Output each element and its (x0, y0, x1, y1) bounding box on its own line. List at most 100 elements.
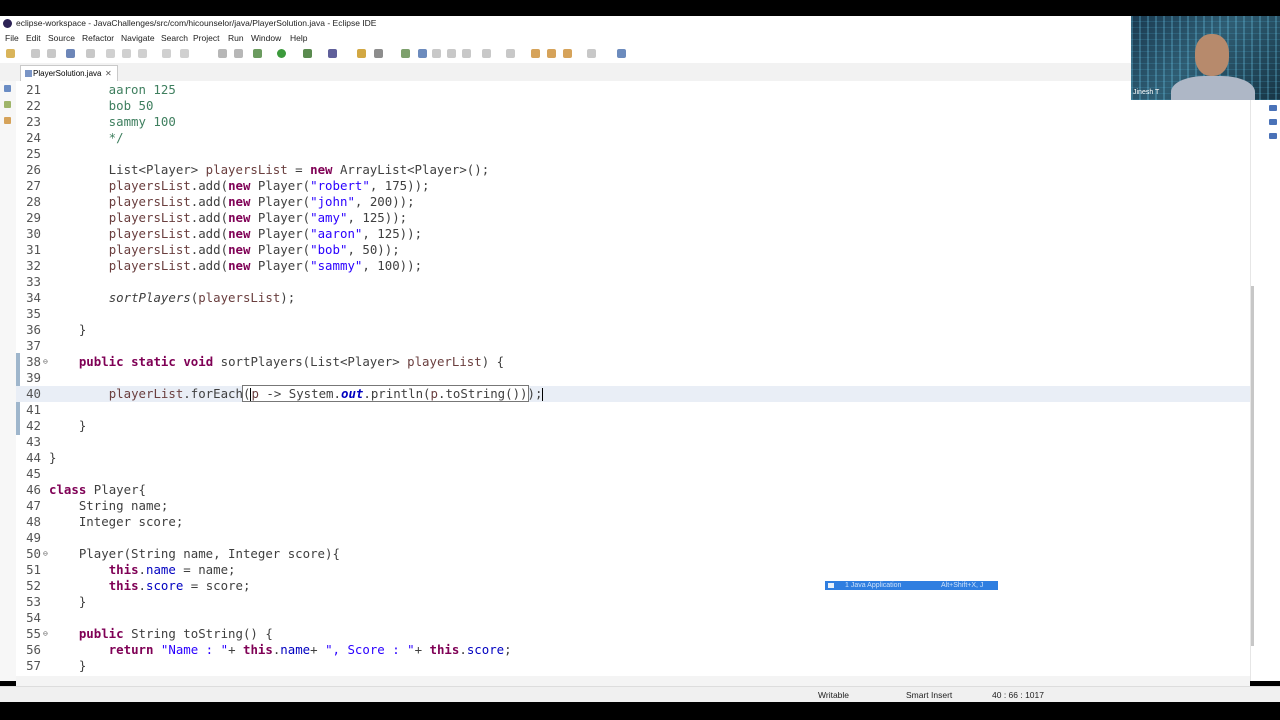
toolbar (0, 45, 1280, 63)
code-line: 29 playersList.add(new Player("amy", 125… (26, 210, 408, 225)
code-line: 46 class Player{ (26, 482, 146, 497)
run-as-option-label[interactable]: 1 Java Application (845, 581, 901, 590)
eclipse-icon (3, 19, 12, 28)
open-perspective-icon[interactable] (617, 49, 626, 58)
code-line: 26 List<Player> playersList = new ArrayL… (26, 162, 490, 177)
right-trim (1250, 81, 1280, 681)
status-insert-mode: Smart Insert (906, 690, 953, 700)
code-line: 23 sammy 100 (26, 114, 176, 129)
back-icon[interactable] (547, 49, 556, 58)
previous-annotation-icon[interactable] (506, 49, 515, 58)
open-type-icon[interactable] (374, 49, 383, 58)
terminate-icon[interactable] (138, 49, 147, 58)
run-as-popup[interactable]: 1 Java Application Alt+Shift+X, J (825, 581, 998, 590)
code-line: 49 (26, 530, 41, 545)
save-all-icon[interactable] (47, 49, 56, 58)
code-line: 52 this.score = score; (26, 578, 251, 593)
task-list-icon[interactable] (1269, 105, 1277, 111)
menu-edit[interactable]: Edit (26, 33, 41, 43)
code-line: 48 Integer score; (26, 514, 184, 529)
code-line: 24 */ (26, 130, 124, 145)
package-explorer-icon[interactable] (4, 101, 11, 108)
code-line: 45 (26, 466, 41, 481)
code-line: 51 this.name = name; (26, 562, 236, 577)
step-into-icon[interactable] (162, 49, 171, 58)
window-title: eclipse-workspace - JavaChallenges/src/c… (16, 18, 377, 28)
code-line: 33 (26, 274, 41, 289)
presenter-name: Jinesh T (1133, 89, 1160, 96)
new-java-package-icon[interactable] (357, 49, 366, 58)
terminal-icon[interactable] (66, 49, 75, 58)
code-line: 30 playersList.add(new Player("aaron", 1… (26, 226, 423, 241)
code-editor[interactable]: 21 aaron 125 22 bob 50 23 sammy 100 24 *… (16, 81, 1250, 676)
menu-source[interactable]: Source (48, 33, 75, 43)
code-line-current: 40 playerList.forEach(p -> System.out.pr… (16, 385, 1250, 402)
code-line: 28 playersList.add(new Player("john", 20… (26, 194, 415, 209)
code-line: 54 (26, 610, 41, 625)
presenter-body (1171, 76, 1255, 100)
external-tools-icon[interactable] (328, 49, 337, 58)
restore-icon[interactable] (4, 85, 11, 92)
status-writable: Writable (818, 690, 850, 700)
editor-tab-bar: PlayerSolution.java ✕ (0, 63, 1280, 82)
code-line: 37 (26, 338, 41, 353)
code-line: 25 (26, 146, 41, 161)
coverage-icon[interactable] (234, 49, 243, 58)
run-coverage-icon[interactable] (303, 49, 312, 58)
menu-navigate[interactable]: Navigate (121, 33, 155, 43)
code-line: 32 playersList.add(new Player("sammy", 1… (26, 258, 423, 273)
outline-icon[interactable] (4, 117, 11, 124)
menu-window[interactable]: Window (251, 33, 281, 43)
tab-playersolution-java[interactable]: PlayerSolution.java ✕ (20, 65, 118, 82)
forward-icon[interactable] (587, 49, 596, 58)
left-trim (0, 81, 16, 681)
run-as-shortcut: Alt+Shift+X, J (941, 582, 984, 589)
toggle-word-wrap-icon[interactable] (432, 49, 441, 58)
next-annotation-icon[interactable] (482, 49, 491, 58)
run-icon[interactable] (277, 49, 286, 58)
code-line: 27 playersList.add(new Player("robert", … (26, 178, 430, 193)
presenter-face (1195, 34, 1229, 76)
suspend-icon[interactable] (122, 49, 131, 58)
code-line: 22 bob 50 (26, 98, 154, 113)
tab-label: PlayerSolution.java (33, 69, 102, 78)
code-line: 44} (26, 450, 57, 465)
code-line: 38 ⊖ public static void sortPlayers(List<… (26, 354, 505, 369)
search-icon[interactable] (401, 49, 410, 58)
close-icon[interactable]: ✕ (105, 66, 112, 82)
status-bar: Writable Smart Insert 40 : 66 : 1017 (0, 686, 1280, 703)
code-line: 39 (26, 370, 41, 385)
use-step-filters-icon[interactable] (218, 49, 227, 58)
debug-icon[interactable] (253, 49, 262, 58)
problems-view-icon[interactable] (1269, 133, 1277, 139)
code-line: 35 (26, 306, 41, 321)
code-line: 50 ⊖ Player(String name, Integer score){ (26, 546, 340, 561)
skip-breakpoints-icon[interactable] (86, 49, 95, 58)
last-edit-location-icon[interactable] (531, 49, 540, 58)
code-line: 57 } (26, 658, 87, 673)
toggle-mark-occurrences-icon[interactable] (418, 49, 427, 58)
outline-view-icon[interactable] (1269, 119, 1277, 125)
vertical-scrollbar[interactable] (1251, 286, 1254, 646)
save-icon[interactable] (31, 49, 40, 58)
java-application-icon (828, 583, 834, 588)
code-line: 21 aaron 125 (26, 82, 176, 97)
back-dropdown-icon[interactable] (563, 49, 572, 58)
code-line: 47 String name; (26, 498, 169, 513)
menu-file[interactable]: File (5, 33, 19, 43)
step-over-icon[interactable] (180, 49, 189, 58)
toggle-block-selection-icon[interactable] (447, 49, 456, 58)
menu-refactor[interactable]: Refactor (82, 33, 114, 43)
code-line: 41 (26, 402, 41, 417)
new-icon[interactable] (6, 49, 15, 58)
menu-help[interactable]: Help (290, 33, 307, 43)
menu-search[interactable]: Search (161, 33, 188, 43)
menu-run[interactable]: Run (228, 33, 244, 43)
menu-project[interactable]: Project (193, 33, 219, 43)
menu-bar: File Edit Source Refactor Navigate Searc… (0, 31, 1280, 45)
resume-icon[interactable] (106, 49, 115, 58)
horizontal-scrollbar[interactable] (16, 676, 1250, 686)
show-whitespace-icon[interactable] (462, 49, 471, 58)
webcam-overlay: Jinesh T (1131, 16, 1280, 100)
code-line: 31 playersList.add(new Player("bob", 50)… (26, 242, 400, 257)
